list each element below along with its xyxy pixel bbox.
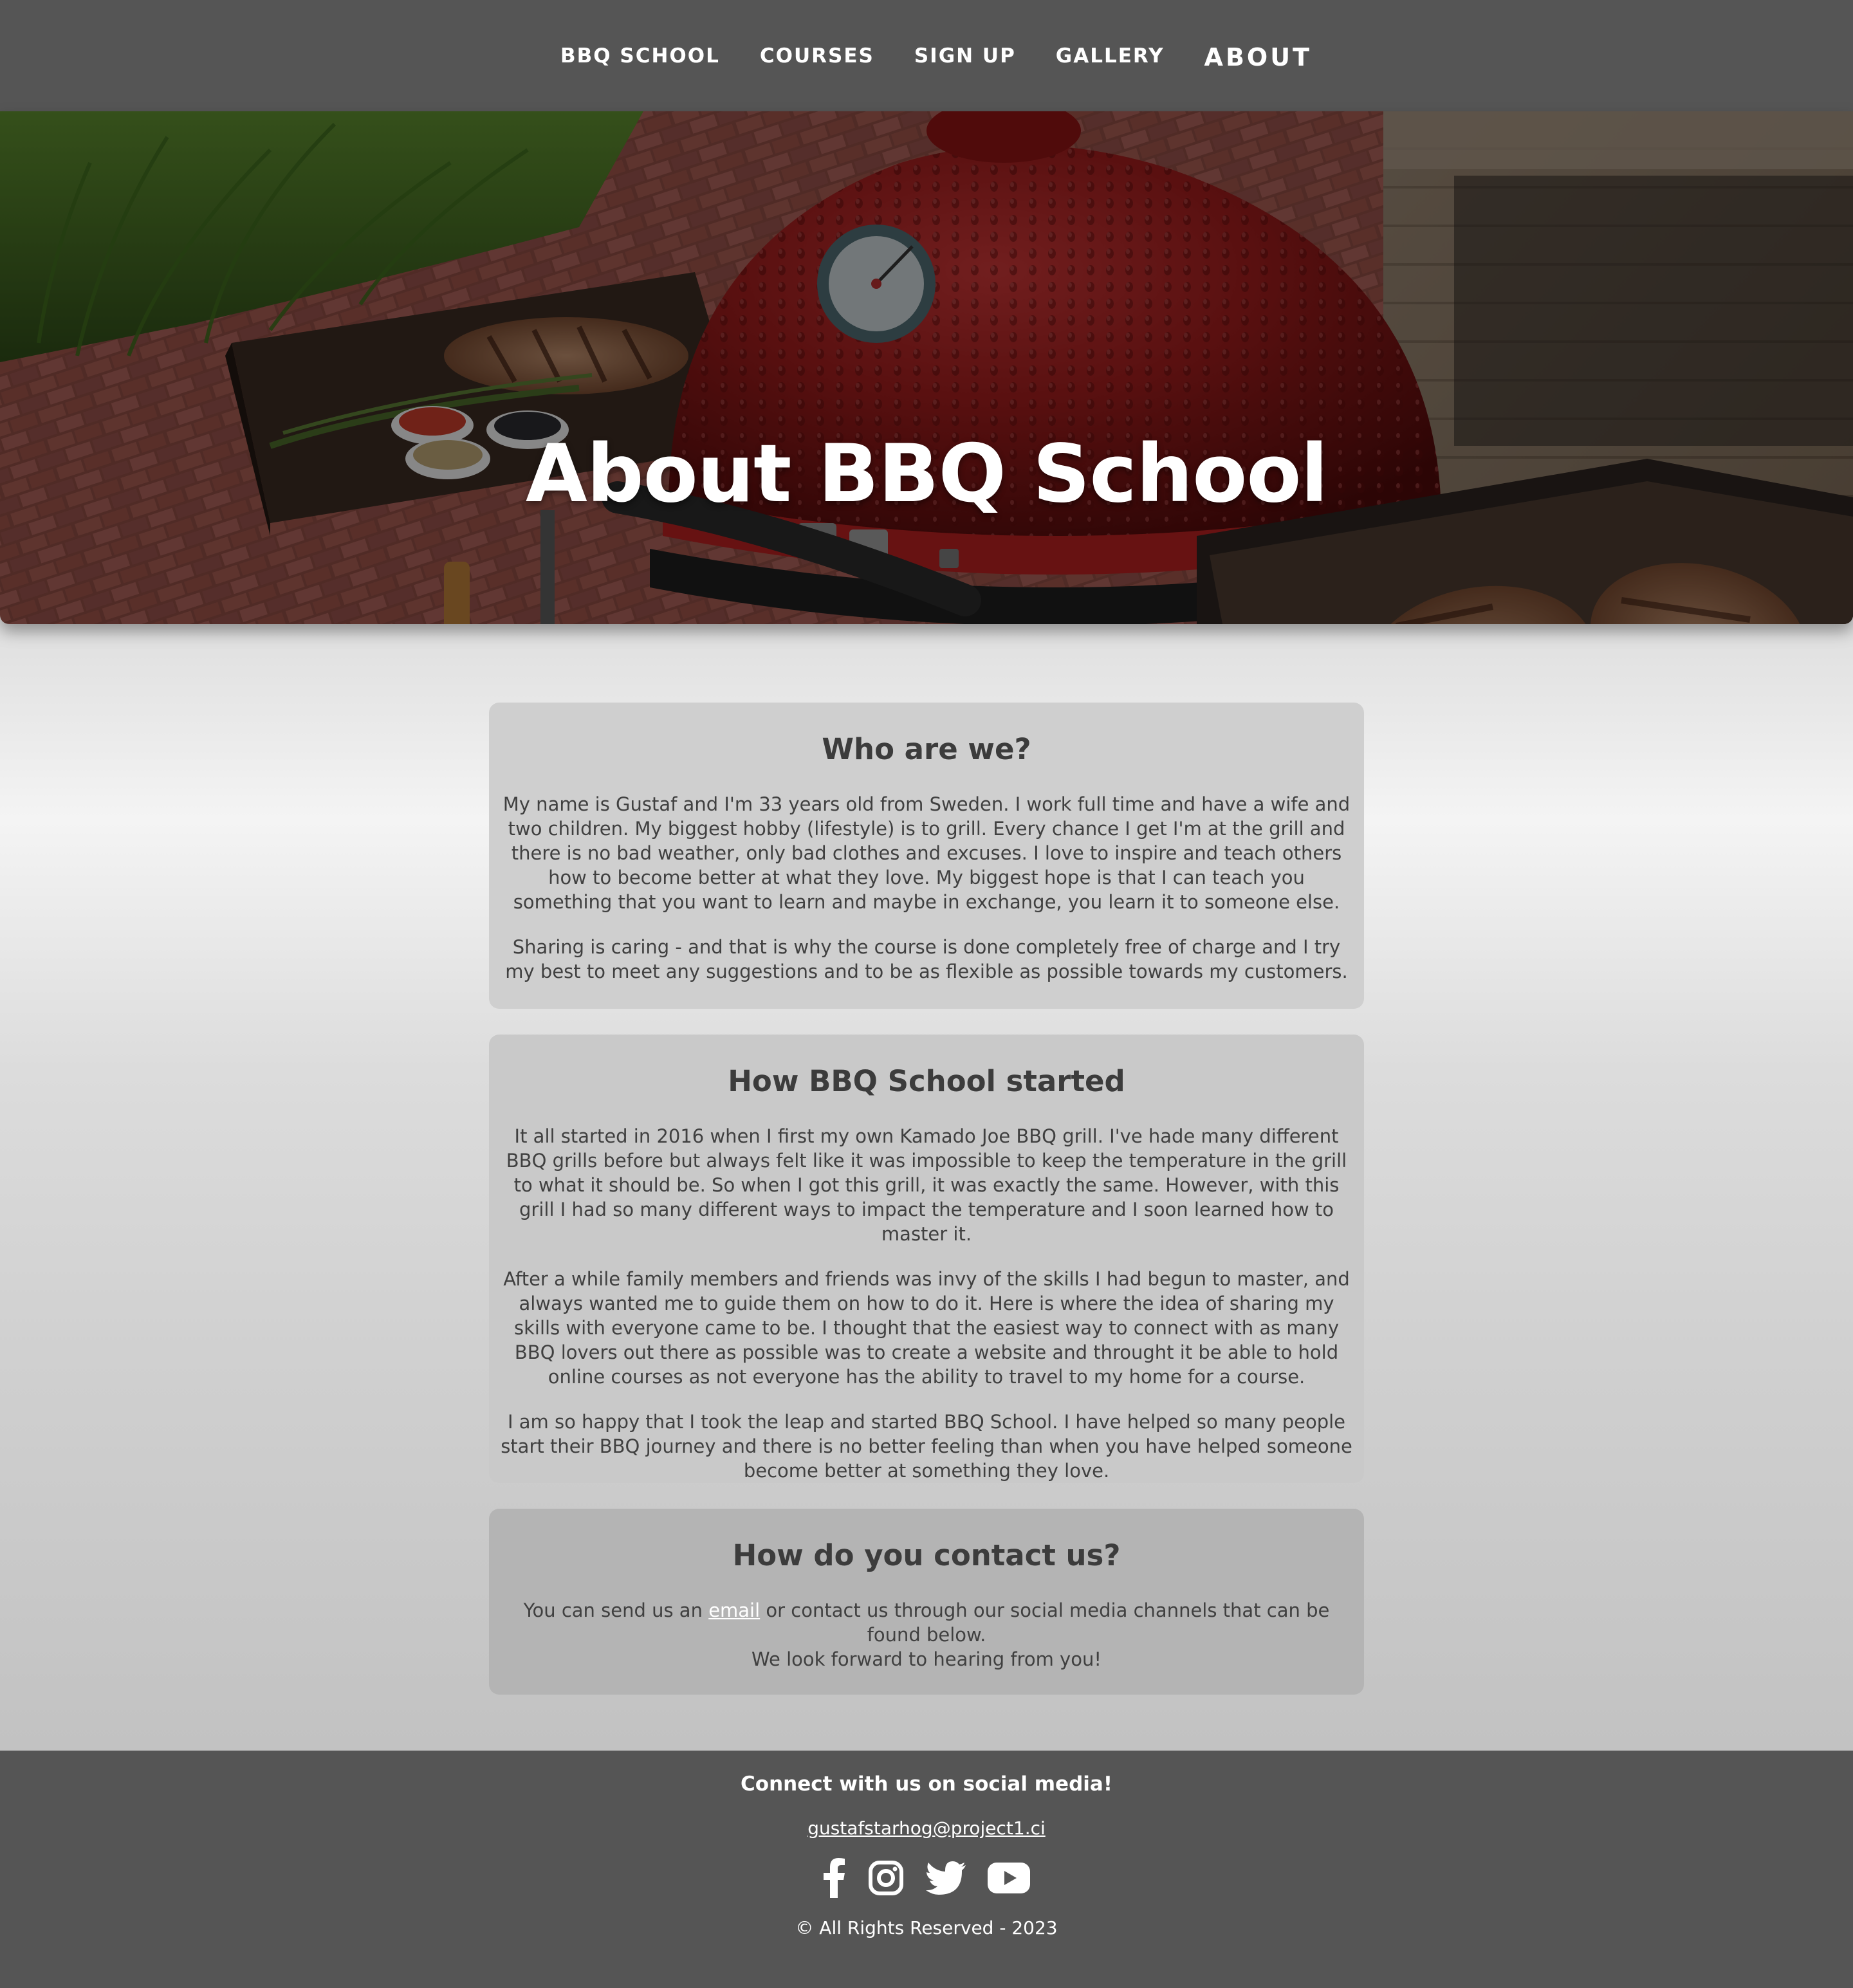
nav-link-about[interactable]: ABOUT (1204, 43, 1312, 71)
section-paragraph: I am so happy that I took the leap and s… (501, 1411, 1352, 1482)
instagram-icon[interactable] (868, 1860, 904, 1896)
section-paragraph: Sharing is caring - and that is why the … (505, 936, 1348, 982)
section-paragraph: After a while family members and friends… (503, 1268, 1350, 1388)
nav-link-courses[interactable]: COURSES (760, 44, 874, 68)
contact-text-after: or contact us through our social media c… (760, 1599, 1330, 1646)
nav-link-bbq-school[interactable]: BBQ SCHOOL (560, 44, 720, 68)
section-heading: Who are we? (822, 732, 1031, 766)
nav-link-gallery[interactable]: GALLERY (1056, 44, 1165, 68)
email-link[interactable]: email (708, 1599, 760, 1621)
footer: Connect with us on social media! gustafs… (0, 1751, 1853, 1981)
footer-email-link[interactable]: gustafstarhog@project1.ci (807, 1818, 1046, 1839)
how-started-section: How BBQ School started It all started in… (489, 1035, 1364, 1483)
section-heading: How do you contact us? (732, 1538, 1121, 1572)
twitter-icon[interactable] (926, 1861, 966, 1895)
nav-link-sign-up[interactable]: SIGN UP (914, 44, 1016, 68)
contact-text-before: You can send us an (523, 1599, 709, 1621)
section-heading: How BBQ School started (728, 1064, 1125, 1098)
hero-grill-image (0, 111, 1853, 624)
contact-closing: We look forward to hearing from you! (751, 1648, 1102, 1670)
youtube-icon[interactable] (988, 1863, 1030, 1893)
top-navigation: BBQ SCHOOL COURSES SIGN UP GALLERY ABOUT (0, 0, 1853, 111)
contact-section: How do you contact us? You can send us a… (489, 1509, 1364, 1695)
section-paragraph: My name is Gustaf and I'm 33 years old f… (502, 793, 1351, 913)
who-are-we-section: Who are we? My name is Gustaf and I'm 33… (489, 703, 1364, 1009)
section-paragraph: It all started in 2016 when I first my o… (506, 1125, 1347, 1245)
copyright: © All Rights Reserved - 2023 (795, 1917, 1058, 1938)
hero-banner: About BBQ School (0, 111, 1853, 624)
page-title: About BBQ School (525, 428, 1328, 520)
social-links (0, 1858, 1853, 1898)
main-content: Who are we? My name is Gustaf and I'm 33… (0, 615, 1853, 1751)
footer-connect-heading: Connect with us on social media! (741, 1772, 1112, 1796)
facebook-icon[interactable] (823, 1858, 846, 1898)
contact-paragraph: You can send us an email or contact us t… (498, 1598, 1355, 1671)
